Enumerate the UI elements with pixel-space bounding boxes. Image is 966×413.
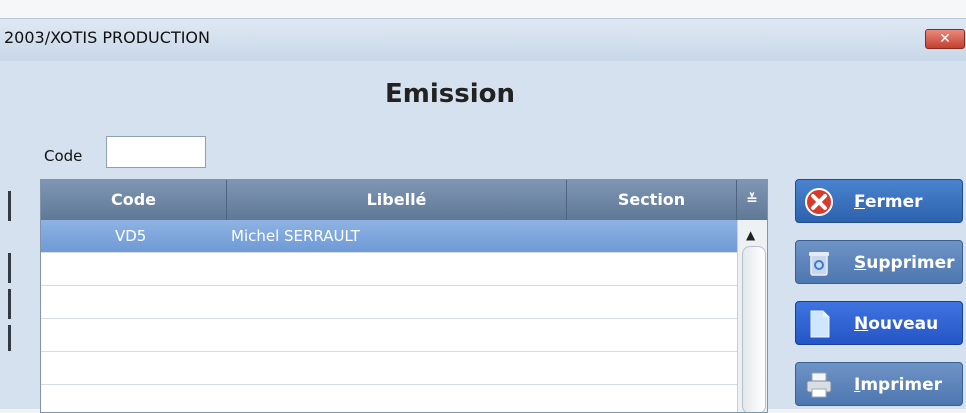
close-button-label: Fermer [854, 192, 922, 212]
recycle-bin-icon [809, 252, 829, 276]
new-button[interactable]: Nouveau [795, 301, 963, 345]
left-edge-mark [8, 289, 11, 319]
grid-header: Code Libellé Section ≚ [41, 180, 767, 220]
delete-rest: upprimer [866, 253, 955, 273]
new-accel: N [854, 314, 869, 334]
new-button-label: Nouveau [854, 314, 938, 334]
delete-button-label: Supprimer [854, 253, 955, 273]
column-chooser-icon[interactable]: ≚ [737, 180, 767, 220]
close-button[interactable]: Fermer [795, 179, 963, 223]
scroll-up-icon[interactable]: ▲ [746, 228, 755, 242]
column-header-section[interactable]: Section [567, 180, 737, 220]
new-rest: ouveau [868, 314, 939, 334]
printer-icon [806, 372, 832, 398]
table-row[interactable]: VD5 Michel SERRAULT [41, 220, 737, 253]
column-header-code[interactable]: Code [41, 180, 227, 220]
print-button[interactable]: Imprimer [795, 362, 963, 406]
scroll-thumb[interactable] [742, 246, 766, 412]
close-icon [805, 188, 833, 216]
empty-row[interactable] [41, 253, 737, 286]
window-title: 2003/XOTIS PRODUCTION [4, 28, 210, 47]
print-rest: mprimer [860, 375, 943, 395]
window-close-button[interactable]: ✕ [925, 29, 965, 49]
title-bar[interactable]: 2003/XOTIS PRODUCTION ✕ [0, 19, 966, 61]
left-edge-mark [8, 253, 11, 283]
left-edge-mark [8, 191, 11, 221]
dialog-window: 2003/XOTIS PRODUCTION ✕ Emission Code Co… [0, 18, 966, 413]
delete-button[interactable]: Supprimer [795, 240, 963, 284]
empty-row[interactable] [41, 286, 737, 319]
left-edge-mark [8, 325, 11, 351]
close-accel: F [854, 192, 865, 212]
desktop-strip [0, 0, 966, 18]
close-rest: ermer [864, 192, 923, 212]
emission-grid: Code Libellé Section ≚ VD5 Michel SERRAU… [40, 179, 768, 413]
empty-row[interactable] [41, 352, 737, 385]
print-button-label: Imprimer [854, 375, 942, 395]
form-title: Emission [385, 79, 515, 109]
empty-row[interactable] [41, 385, 737, 412]
new-document-icon [810, 310, 830, 338]
code-input[interactable] [106, 136, 206, 168]
code-label: Code [44, 147, 83, 165]
row-libelle-cell: Michel SERRAULT [231, 227, 360, 245]
empty-row[interactable] [41, 319, 737, 352]
column-header-libelle[interactable]: Libellé [227, 180, 567, 220]
vertical-scrollbar[interactable]: ▲ [737, 220, 767, 412]
grid-rows: VD5 Michel SERRAULT [41, 220, 737, 412]
delete-accel: S [854, 253, 867, 273]
row-code-cell: VD5 [115, 227, 147, 245]
